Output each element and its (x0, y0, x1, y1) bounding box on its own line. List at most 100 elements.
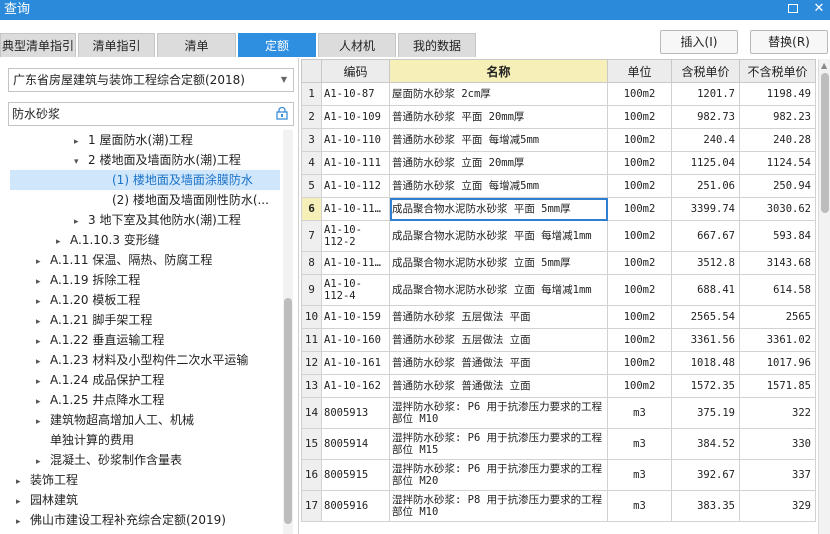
cell-code[interactable]: A1-10-112-2 (321, 220, 390, 252)
row-number[interactable]: 6 (301, 197, 322, 221)
cell-price-without-tax[interactable]: 3361.02 (739, 328, 816, 352)
cell-name[interactable]: 湿拌防水砂浆: P6 用于抗渗压力要求的工程部位 M15 (389, 428, 608, 460)
cell-code[interactable]: A1-10-11… (321, 251, 390, 275)
table-row[interactable]: 10 A1-10-159 普通防水砂浆 五层做法 平面 100m2 2565.54 256… (301, 305, 816, 329)
cell-code[interactable]: A1-10-111 (321, 151, 390, 175)
table-row[interactable]: 12 A1-10-161 普通防水砂浆 普通做法 平面 100m2 1018.48 101… (301, 351, 816, 375)
cell-price-without-tax[interactable]: 322 (739, 397, 816, 429)
cell-unit[interactable]: m3 (607, 428, 672, 460)
cell-price-without-tax[interactable]: 240.28 (739, 128, 816, 152)
cell-price-with-tax[interactable]: 688.41 (671, 274, 740, 306)
cell-price-with-tax[interactable]: 251.06 (671, 174, 740, 198)
tab-labor-material-machine[interactable]: 人材机 (318, 33, 396, 57)
column-header-unit[interactable]: 单位 (607, 59, 672, 83)
tree-item[interactable]: (2) 楼地面及墙面刚性防水(... (112, 190, 269, 210)
tree-item[interactable]: ▸ A.1.20 模板工程 (36, 290, 140, 310)
cell-price-without-tax[interactable]: 2565 (739, 305, 816, 329)
cell-price-without-tax[interactable]: 1198.49 (739, 82, 816, 106)
tree-item[interactable]: ▸ A.1.11 保温、隔热、防腐工程 (36, 250, 212, 270)
row-number[interactable]: 11 (301, 328, 322, 352)
table-row[interactable]: 9 A1-10-112-4 成品聚合物水泥防水砂浆 立面 每增减1mm 100m2 68… (301, 274, 816, 306)
quota-library-select[interactable]: 广东省房屋建筑与装饰工程综合定额(2018) ▼ (8, 68, 294, 92)
cell-price-without-tax[interactable]: 982.23 (739, 105, 816, 129)
tree-item[interactable]: ▸ A.1.24 成品保护工程 (36, 370, 164, 390)
cell-unit[interactable]: 100m2 (607, 374, 672, 398)
tab-list-guide[interactable]: 清单指引 (78, 33, 155, 57)
row-number[interactable]: 3 (301, 128, 322, 152)
table-row[interactable]: 16 8005915 湿拌防水砂浆: P6 用于抗渗压力要求的工程部位 M20 m3 3… (301, 459, 816, 491)
cell-code[interactable]: 8005915 (321, 459, 390, 491)
cell-price-with-tax[interactable]: 1018.48 (671, 351, 740, 375)
search-icon[interactable] (276, 107, 288, 120)
insert-button[interactable]: 插入(I) (660, 30, 738, 54)
row-number[interactable]: 17 (301, 490, 322, 522)
cell-name[interactable]: 成品聚合物水泥防水砂浆 平面 每增减1mm (389, 220, 608, 252)
cell-price-without-tax[interactable]: 614.58 (739, 274, 816, 306)
cell-price-with-tax[interactable]: 3399.74 (671, 197, 740, 221)
row-number[interactable]: 14 (301, 397, 322, 429)
table-scrollbar[interactable]: ▲ (818, 59, 830, 534)
cell-unit[interactable]: 100m2 (607, 82, 672, 106)
tree-item[interactable]: 单独计算的费用 (50, 430, 134, 450)
cell-code[interactable]: A1-10-109 (321, 105, 390, 129)
maximize-button[interactable] (788, 2, 802, 16)
cell-unit[interactable]: 100m2 (607, 251, 672, 275)
cell-unit[interactable]: 100m2 (607, 151, 672, 175)
tab-typical-list-guide[interactable]: 典型清单指引 (0, 33, 76, 57)
cell-price-with-tax[interactable]: 375.19 (671, 397, 740, 429)
cell-name[interactable]: 屋面防水砂浆 2cm厚 (389, 82, 608, 106)
cell-unit[interactable]: 100m2 (607, 305, 672, 329)
cell-price-with-tax[interactable]: 240.4 (671, 128, 740, 152)
cell-unit[interactable]: m3 (607, 397, 672, 429)
cell-price-with-tax[interactable]: 2565.54 (671, 305, 740, 329)
table-row[interactable]: 7 A1-10-112-2 成品聚合物水泥防水砂浆 平面 每增减1mm 100m2 66… (301, 220, 816, 252)
row-number[interactable]: 15 (301, 428, 322, 460)
row-number[interactable]: 9 (301, 274, 322, 306)
tree-item[interactable]: ▾ 2 楼地面及墙面防水(潮)工程 (74, 150, 241, 170)
cell-price-without-tax[interactable]: 330 (739, 428, 816, 460)
scroll-up-icon[interactable]: ▲ (821, 61, 827, 70)
cell-unit[interactable]: 100m2 (607, 128, 672, 152)
cell-price-with-tax[interactable]: 3361.56 (671, 328, 740, 352)
column-header-name[interactable]: 名称 (389, 59, 608, 83)
cell-name[interactable]: 湿拌防水砂浆: P6 用于抗渗压力要求的工程部位 M20 (389, 459, 608, 491)
cell-unit[interactable]: m3 (607, 490, 672, 522)
table-row[interactable]: 6 A1-10-11… 成品聚合物水泥防水砂浆 平面 5mm厚 100m2 3399.7… (301, 197, 816, 221)
close-button[interactable]: ✕ (812, 2, 826, 16)
cell-name[interactable]: 普通防水砂浆 普通做法 立面 (389, 374, 608, 398)
cell-code[interactable]: A1-10-110 (321, 128, 390, 152)
cell-unit[interactable]: 100m2 (607, 274, 672, 306)
table-row[interactable]: 4 A1-10-111 普通防水砂浆 立面 20mm厚 100m2 1125.04 112… (301, 151, 816, 175)
row-number[interactable]: 12 (301, 351, 322, 375)
cell-name[interactable]: 普通防水砂浆 立面 每增减5mm (389, 174, 608, 198)
tab-list[interactable]: 清单 (157, 33, 236, 57)
cell-price-with-tax[interactable]: 384.52 (671, 428, 740, 460)
cell-code[interactable]: 8005913 (321, 397, 390, 429)
table-row[interactable]: 1 A1-10-87 屋面防水砂浆 2cm厚 100m2 1201.7 1198.49 (301, 82, 816, 106)
cell-code[interactable]: A1-10-87 (321, 82, 390, 106)
cell-price-with-tax[interactable]: 3512.8 (671, 251, 740, 275)
table-row[interactable]: 17 8005916 湿拌防水砂浆: P8 用于抗渗压力要求的工程部位 M10 m3 3… (301, 490, 816, 522)
row-number[interactable]: 4 (301, 151, 322, 175)
tree-item[interactable]: ▸ A.1.25 井点降水工程 (36, 390, 164, 410)
cell-price-without-tax[interactable]: 1017.96 (739, 351, 816, 375)
cell-price-with-tax[interactable]: 667.67 (671, 220, 740, 252)
cell-price-without-tax[interactable]: 1571.85 (739, 374, 816, 398)
tree-item[interactable]: ▸ 装饰工程 (16, 470, 78, 490)
table-row[interactable]: 2 A1-10-109 普通防水砂浆 平面 20mm厚 100m2 982.73 982.… (301, 105, 816, 129)
cell-price-without-tax[interactable]: 593.84 (739, 220, 816, 252)
cell-price-with-tax[interactable]: 392.67 (671, 459, 740, 491)
cell-unit[interactable]: 100m2 (607, 174, 672, 198)
row-number[interactable]: 16 (301, 459, 322, 491)
cell-unit[interactable]: 100m2 (607, 197, 672, 221)
search-input[interactable]: 防水砂浆 (8, 102, 294, 126)
cell-name[interactable]: 普通防水砂浆 普通做法 平面 (389, 351, 608, 375)
cell-code[interactable]: A1-10-160 (321, 328, 390, 352)
replace-button[interactable]: 替换(R) (750, 30, 828, 54)
cell-price-without-tax[interactable]: 337 (739, 459, 816, 491)
column-header-price-without-tax[interactable]: 不含税单价 (739, 59, 816, 83)
cell-code[interactable]: A1-10-159 (321, 305, 390, 329)
row-number[interactable]: 7 (301, 220, 322, 252)
tree-item[interactable]: ▸ A.1.23 材料及小型构件二次水平运输 (36, 350, 248, 370)
tree-item[interactable]: ▸ A.1.22 垂直运输工程 (36, 330, 164, 350)
